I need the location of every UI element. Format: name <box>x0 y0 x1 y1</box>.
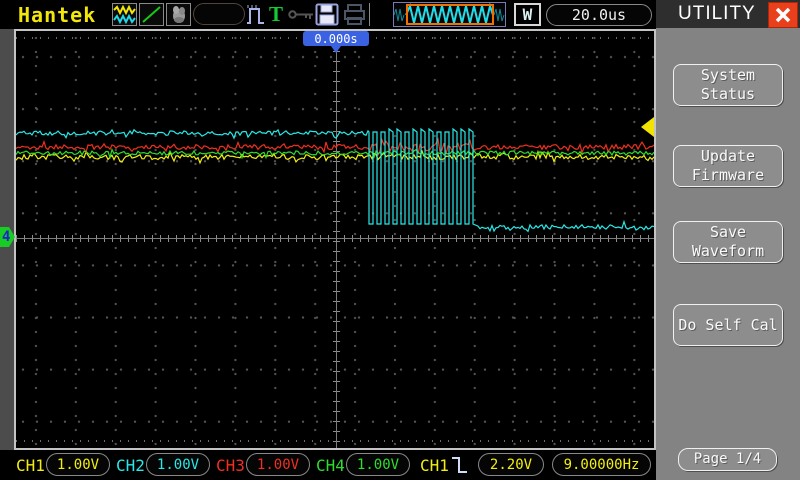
menu-header: UTILITY <box>656 0 800 28</box>
falling-edge-icon <box>450 454 470 476</box>
menu-panel: UTILITY System Status Update Firmware Sa… <box>656 0 800 480</box>
toolbar-separator <box>369 3 370 26</box>
window-mode-button[interactable]: W <box>514 3 541 26</box>
trigger-t-label[interactable]: T <box>269 2 283 27</box>
time-marker-pointer-icon <box>331 46 341 53</box>
trigger-level-arrow-icon[interactable] <box>641 117 654 137</box>
display-area: 0.000s 4 <box>0 29 656 450</box>
trigger-level-readout: 2.20V <box>478 453 544 476</box>
graticule-frame: 0.000s <box>14 29 656 450</box>
trigger-time-marker[interactable]: 0.000s <box>303 31 369 46</box>
diagonal-line-icon <box>142 6 161 23</box>
ch3-label[interactable]: CH3 <box>216 450 245 480</box>
ch1-label[interactable]: CH1 <box>16 450 45 480</box>
brand-logo: Hantek <box>18 3 97 27</box>
save-waveform-button[interactable]: Save Waveform <box>673 221 783 263</box>
floppy-disk-icon <box>315 3 339 26</box>
update-firmware-button[interactable]: Update Firmware <box>673 145 783 187</box>
close-button[interactable] <box>768 2 798 28</box>
ch4-scale-readout[interactable]: 1.00V <box>346 453 410 476</box>
channel-waveform-icon[interactable] <box>112 3 137 26</box>
trigger-source-label: CH1 <box>420 455 449 475</box>
waveform-preview[interactable] <box>393 2 506 27</box>
hand-pan-icon[interactable] <box>166 3 191 26</box>
ch2-label[interactable]: CH2 <box>116 450 145 480</box>
waveform-traces <box>16 127 654 233</box>
preview-window-box[interactable] <box>406 4 494 25</box>
menu-title: UTILITY <box>678 3 756 24</box>
ch4-position-marker[interactable]: 4 <box>0 227 15 247</box>
timebase-readout: 20.0us <box>546 4 652 26</box>
save-button[interactable] <box>315 3 339 26</box>
ch2-scale-readout[interactable]: 1.00V <box>146 453 210 476</box>
key-icon <box>288 10 313 19</box>
pulse-edge-icon <box>247 5 264 24</box>
trigger-frequency-readout: 9.00000Hz <box>552 453 651 476</box>
lock-key-icon[interactable] <box>288 8 315 21</box>
graticule: 0.000s <box>16 31 654 448</box>
ch1-scale-readout[interactable]: 1.00V <box>46 453 110 476</box>
empty-readout-pill <box>193 3 245 25</box>
system-status-button[interactable]: System Status <box>673 64 783 106</box>
oscilloscope-screen: Hantek T W 20.0us 0.000s 4 CH1 1.00V CH2… <box>0 0 800 480</box>
do-self-cal-button[interactable]: Do Self Cal <box>673 304 783 346</box>
toolbar: Hantek T W 20.0us <box>0 0 656 29</box>
ch3-scale-readout[interactable]: 1.00V <box>246 453 310 476</box>
page-button[interactable]: Page 1/4 <box>678 448 777 471</box>
cursor-measure-icon[interactable] <box>139 3 164 26</box>
status-bar: CH1 1.00V CH2 1.00V CH3 1.00V CH4 1.00V … <box>0 450 656 480</box>
dual-wave-icon <box>113 4 136 25</box>
trigger-pulse-icon[interactable] <box>245 3 267 26</box>
hand-icon <box>173 6 185 23</box>
print-button[interactable] <box>343 3 366 26</box>
trigger-time-label: 0.000s <box>314 31 358 46</box>
printer-icon <box>344 4 365 25</box>
close-icon <box>775 7 791 23</box>
ch4-label[interactable]: CH4 <box>316 450 345 480</box>
